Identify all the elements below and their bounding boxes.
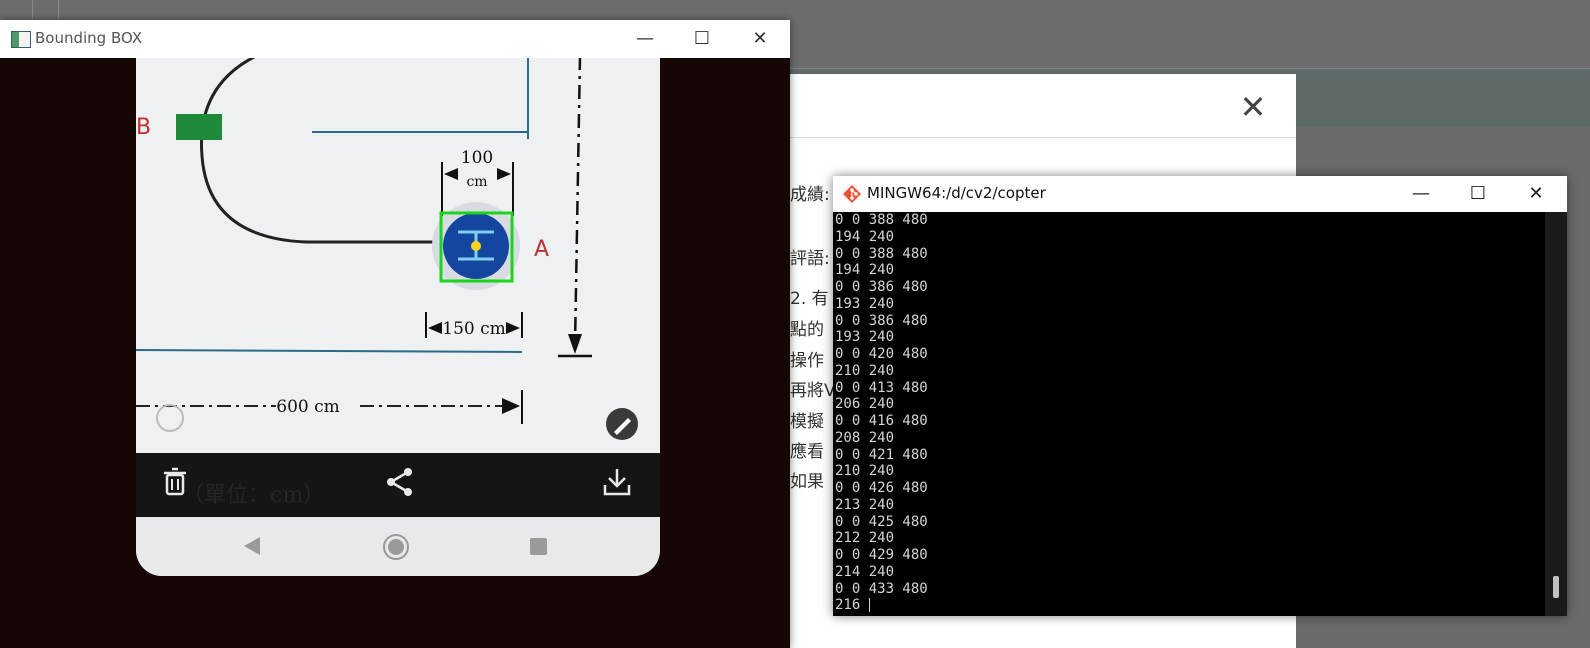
modal-text-line: 應看	[790, 442, 824, 462]
modal-text-line: 2. 有	[790, 289, 829, 309]
terminal-line: 210 240	[835, 463, 895, 480]
terminal-title: MINGW64:/d/cv2/copter	[867, 184, 1046, 202]
terminal-output[interactable]: 0 0 388 480 194 240 0 0 388 480 194 240 0 0 …	[833, 212, 1545, 616]
overlay-caption: （單位：cm）	[182, 483, 326, 508]
arrow-head	[506, 322, 520, 334]
arrow-head	[444, 168, 458, 180]
minimize-button[interactable]: —	[616, 20, 674, 58]
score-label: 成績:	[790, 185, 830, 205]
terminal-line: 210 240	[835, 362, 895, 379]
modal-text-line: 操作	[790, 351, 824, 371]
home-icon[interactable]	[382, 533, 410, 565]
share-icon[interactable]	[386, 467, 414, 504]
recents-icon[interactable]	[529, 537, 549, 561]
modal-text-line: 如果	[790, 472, 824, 492]
close-button[interactable]: ✕	[731, 20, 789, 58]
window-title: Bounding BOX	[35, 29, 143, 47]
dimension-cm-label: cm	[466, 174, 487, 190]
detection-center-dot	[471, 241, 481, 251]
terminal-line: 214 240	[835, 563, 895, 580]
terminal-line: 212 240	[835, 530, 895, 547]
terminal-line: 0 0 429 480	[835, 547, 928, 563]
terminal-line: 0 0 388 480	[835, 245, 928, 262]
background-divider	[32, 0, 33, 20]
dashed-arrow	[573, 58, 582, 347]
terminal-cursor	[868, 598, 870, 613]
maximize-button[interactable]: ☐	[673, 20, 731, 58]
modal-text-line: 模擬	[790, 412, 824, 432]
modal-text-line: 點的	[790, 320, 824, 340]
terminal-titlebar[interactable]: MINGW64:/d/cv2/copter — ☐ ✕	[833, 176, 1567, 212]
terminal-line: 0 0 426 480	[835, 480, 928, 496]
back-icon[interactable]	[242, 535, 262, 561]
terminal-scrollbar[interactable]	[1545, 212, 1567, 616]
phone-screen: 100 cm 150 cm 600 cm A B （單位：cm）	[136, 58, 660, 576]
terminal-line: 216	[835, 597, 870, 614]
terminal-line: 194 240	[835, 262, 895, 279]
terminal-line: 208 240	[835, 429, 895, 446]
terminal-window: MINGW64:/d/cv2/copter — ☐ ✕ 0 0 388 480 1…	[833, 176, 1567, 616]
close-button[interactable]: ✕	[1507, 176, 1565, 212]
terminal-line: 206 240	[835, 396, 895, 413]
git-icon	[843, 185, 861, 203]
dimension-600-label: 600 cm	[276, 397, 340, 417]
bounding-box-titlebar[interactable]: Bounding BOX — ☐ ✕	[0, 20, 790, 59]
background-divider	[58, 0, 59, 20]
dimension-100-label: 100	[461, 148, 493, 168]
phone-action-bar: （單位：cm）	[136, 453, 660, 517]
maximize-button[interactable]: ☐	[1449, 176, 1507, 212]
terminal-line: 0 0 388 480	[835, 212, 928, 228]
arrow-head	[568, 334, 582, 354]
comment-label: 評語:	[790, 249, 830, 269]
dimension-150-label: 150 cm	[442, 319, 506, 339]
green-block	[176, 114, 222, 140]
modal-header: ✕	[790, 74, 1296, 138]
point-a-label: A	[534, 237, 549, 262]
camera-feed: 100 cm 150 cm 600 cm A B （單位：cm）	[0, 58, 790, 648]
terminal-line: 0 0 421 480	[835, 446, 928, 463]
terminal-line: 0 0 386 480	[835, 312, 928, 329]
app-icon	[11, 31, 31, 48]
terminal-line: 0 0 416 480	[835, 413, 928, 429]
phone-nav-bar	[136, 517, 660, 576]
terminal-line: 194 240	[835, 228, 895, 245]
faint-circle-icon	[156, 404, 184, 432]
download-icon[interactable]	[603, 467, 631, 504]
modal-close-icon[interactable]: ✕	[1238, 91, 1268, 123]
track-curve	[199, 58, 444, 244]
terminal-line: 193 240	[835, 295, 895, 312]
terminal-line: 0 0 386 480	[835, 279, 928, 295]
course-diagram: 100 cm 150 cm 600 cm A B	[136, 58, 638, 440]
terminal-line: 193 240	[835, 329, 895, 346]
bounding-box-window: Bounding BOX — ☐ ✕ 100 cm 150 cm 600 cm …	[0, 20, 790, 648]
arrow-head	[502, 398, 520, 414]
diagram-line	[136, 349, 523, 353]
scrollbar-thumb[interactable]	[1553, 576, 1559, 598]
terminal-line: 0 0 420 480	[835, 346, 928, 362]
modal-text-line: 再將V	[790, 381, 836, 401]
terminal-line: 0 0 433 480	[835, 580, 928, 597]
terminal-line: 0 0 425 480	[835, 513, 928, 530]
arrow-head	[497, 168, 511, 180]
point-b-label: B	[136, 115, 151, 140]
terminal-line: 213 240	[835, 496, 895, 513]
minimize-button[interactable]: —	[1392, 176, 1450, 212]
terminal-line: 0 0 413 480	[835, 379, 928, 396]
arrow-head	[428, 322, 442, 334]
